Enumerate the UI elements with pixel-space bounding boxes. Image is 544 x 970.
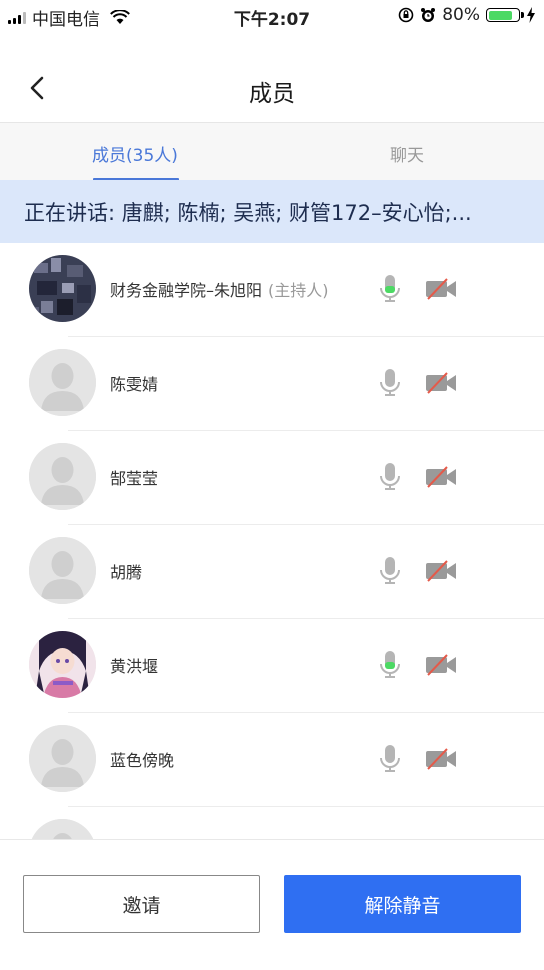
tab-members[interactable]: 成员(35人) [92, 141, 178, 166]
camera-off-icon[interactable] [425, 654, 457, 676]
member-list[interactable]: 财务金融学院–朱旭阳 (主持人) 陈雯婧 郜莹莹 胡腾 黄洪堰 蓝色傍晚 [0, 243, 544, 839]
avatar [29, 537, 96, 604]
camera-off-icon[interactable] [425, 466, 457, 488]
speaking-banner: 正在讲话: 唐麒; 陈楠; 吴燕; 财管172–安心怡;... [0, 180, 544, 243]
battery-icon [486, 8, 524, 22]
member-name: 陈雯婧 [110, 375, 159, 394]
member-row[interactable]: 财务金融学院–朱旭阳 (主持人) [0, 243, 544, 337]
nav-bar: 成员 [0, 56, 544, 122]
mic-icon[interactable] [378, 555, 402, 587]
mic-icon[interactable] [378, 367, 402, 399]
tab-chat[interactable]: 聊天 [390, 141, 424, 166]
mic-icon[interactable] [378, 743, 402, 775]
battery-percent: 80% [442, 5, 480, 25]
status-bar: 中国电信 下午2:07 80% [0, 0, 544, 32]
camera-off-icon[interactable] [425, 372, 457, 394]
camera-off-icon[interactable] [425, 748, 457, 770]
mic-icon[interactable] [378, 273, 402, 305]
member-name: 财务金融学院–朱旭阳 (主持人) [110, 281, 329, 300]
member-row[interactable]: 胡腾 [0, 525, 544, 619]
avatar [29, 631, 96, 698]
avatar [29, 819, 96, 839]
member-name: 黄洪堰 [110, 657, 159, 676]
member-row[interactable]: 郜莹莹 [0, 431, 544, 525]
page-title: 成员 [249, 81, 295, 107]
member-row[interactable]: 蓝色傍晚 [0, 713, 544, 807]
camera-off-icon[interactable] [425, 278, 457, 300]
mic-icon[interactable] [378, 649, 402, 681]
avatar [29, 349, 96, 416]
host-tag: (主持人) [268, 281, 329, 300]
mic-icon[interactable] [378, 461, 402, 493]
alarm-icon [421, 8, 436, 22]
member-row[interactable] [0, 807, 544, 839]
speaking-text: 正在讲话: 唐麒; 陈楠; 吴燕; 财管172–安心怡;... [24, 201, 472, 225]
status-right: 80% [398, 5, 536, 25]
invite-button[interactable]: 邀请 [23, 875, 260, 933]
unmute-button[interactable]: 解除静音 [284, 875, 521, 933]
avatar [29, 255, 96, 322]
member-name: 郜莹莹 [110, 469, 159, 488]
avatar [29, 725, 96, 792]
member-name: 蓝色傍晚 [110, 751, 175, 770]
avatar [29, 443, 96, 510]
camera-off-icon[interactable] [425, 560, 457, 582]
rotation-lock-icon [398, 7, 414, 23]
member-name: 胡腾 [110, 563, 143, 582]
member-row[interactable]: 黄洪堰 [0, 619, 544, 713]
tab-bar: 成员(35人) 聊天 [0, 122, 544, 181]
charging-icon [527, 7, 535, 23]
bottom-action-bar: 邀请 解除静音 [0, 839, 544, 970]
member-row[interactable]: 陈雯婧 [0, 337, 544, 431]
